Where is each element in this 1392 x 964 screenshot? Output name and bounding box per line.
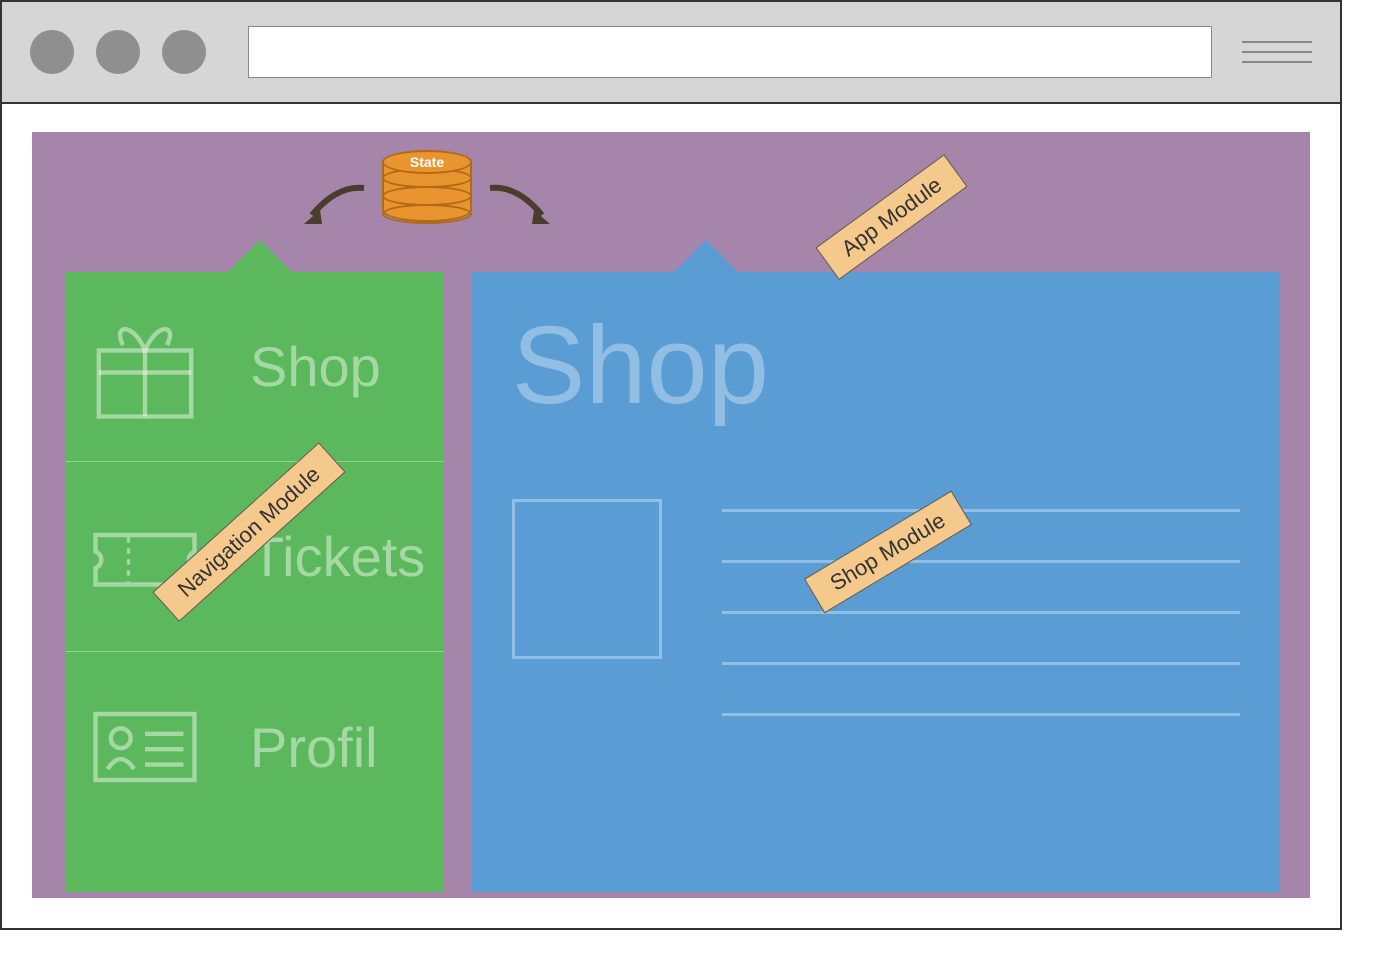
arrow-right-icon [482, 180, 552, 230]
nav-item-label: Profil [250, 715, 378, 780]
shop-title: Shop [472, 272, 1280, 439]
app-module-area: State Shop [32, 132, 1310, 898]
browser-frame: State Shop [0, 0, 1342, 930]
window-control-dot [30, 30, 74, 74]
state-label: State [382, 150, 472, 174]
state-store-icon: State [382, 150, 472, 240]
product-image-placeholder [512, 499, 662, 659]
nav-item-tickets[interactable]: Tickets [66, 462, 444, 652]
browser-chrome-bar [2, 2, 1340, 104]
window-control-dot [162, 30, 206, 74]
profile-card-icon [90, 692, 200, 802]
tag-app-module: App Module [815, 154, 967, 280]
window-control-dot [96, 30, 140, 74]
gift-icon [90, 312, 200, 422]
navigation-module-panel: Shop Tickets Profil [66, 272, 444, 892]
hamburger-menu-icon[interactable] [1242, 41, 1312, 63]
nav-item-shop[interactable]: Shop [66, 272, 444, 462]
address-bar[interactable] [248, 26, 1212, 78]
nav-item-profil[interactable]: Profil [66, 652, 444, 842]
arrow-left-icon [302, 180, 372, 230]
nav-item-label: Shop [250, 334, 381, 399]
product-text-placeholder [722, 499, 1240, 716]
